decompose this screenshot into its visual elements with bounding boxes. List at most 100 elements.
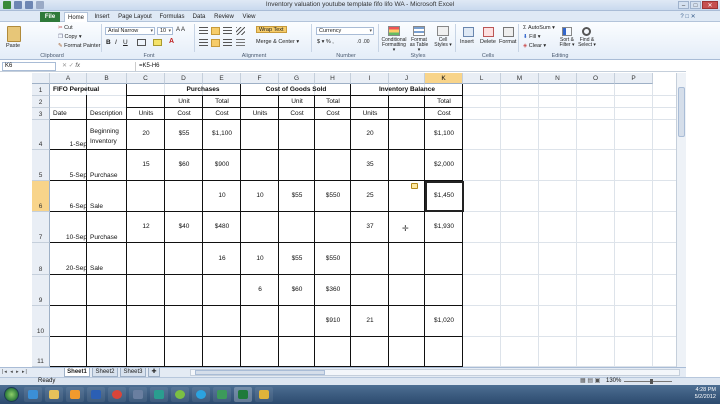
horizontal-scroll-thumb[interactable]	[195, 370, 325, 375]
clear-button[interactable]: ◈ Clear ▾	[523, 43, 546, 50]
tab-page-layout[interactable]: Page Layout	[116, 12, 154, 22]
cell-styles-button[interactable]: Cell Styles ▾	[432, 38, 454, 50]
taskbar-explorer-icon[interactable]	[45, 387, 63, 402]
vertical-scrollbar[interactable]	[676, 73, 686, 367]
cut-button[interactable]: ✂ Cut	[58, 25, 73, 32]
horizontal-scrollbar[interactable]	[190, 369, 680, 376]
autosum-button[interactable]: Σ AutoSum ▾	[523, 25, 555, 32]
row-header-10[interactable]: 10	[32, 306, 50, 337]
paste-icon[interactable]	[7, 26, 21, 42]
system-clock[interactable]: 4:28 PM 5/2/2012	[695, 387, 716, 401]
column-header-p[interactable]: P	[615, 73, 653, 84]
format-button[interactable]: Format	[499, 39, 516, 46]
currency-format-button[interactable]: $ ▾ % ,	[317, 39, 334, 46]
insert-button[interactable]: Insert	[460, 39, 474, 46]
column-header-j[interactable]: J	[389, 73, 425, 84]
italic-button[interactable]: I	[115, 39, 117, 46]
column-header-o[interactable]: O	[577, 73, 615, 84]
delete-button[interactable]: Delete	[480, 39, 496, 46]
maximize-button[interactable]: □	[690, 1, 701, 9]
column-header-m[interactable]: M	[501, 73, 539, 84]
align-center-icon[interactable]	[211, 39, 220, 47]
zoom-slider-thumb[interactable]	[650, 379, 653, 384]
insert-sheet-icon[interactable]: ✚	[148, 368, 160, 377]
sheet-tab-sheet1[interactable]: Sheet1	[64, 368, 90, 377]
row-header-5[interactable]: 5	[32, 150, 50, 181]
row-header-9[interactable]: 9	[32, 275, 50, 306]
merge-center-button[interactable]: Merge & Center ▾	[256, 39, 299, 46]
delete-icon[interactable]	[483, 27, 494, 37]
column-header-n[interactable]: N	[539, 73, 577, 84]
sheet-tab-sheet3[interactable]: Sheet3	[120, 368, 146, 377]
column-header-i[interactable]: I	[351, 73, 389, 84]
row-header-7[interactable]: 7	[32, 212, 50, 243]
font-size-combo[interactable]: 10	[157, 27, 173, 35]
align-top-icon[interactable]	[199, 27, 208, 35]
column-header-d[interactable]: D	[165, 73, 203, 84]
font-name-combo[interactable]: Arial Narrow	[105, 27, 155, 35]
column-header-g[interactable]: G	[279, 73, 315, 84]
fill-button[interactable]: ⬇ Fill ▾	[523, 34, 540, 41]
grow-font-icon[interactable]: A A	[176, 27, 185, 34]
number-format-combo[interactable]: Currency	[316, 27, 374, 35]
worksheet-grid[interactable]: FIFO Perpetual Purchases Cost of Goods S…	[50, 84, 676, 367]
align-middle-icon[interactable]	[211, 27, 220, 35]
row-header-2[interactable]: 2	[32, 96, 50, 108]
sort-filter-icon[interactable]	[562, 27, 572, 36]
find-select-button[interactable]: Find & Select ▾	[577, 38, 597, 50]
tab-data[interactable]: Data	[190, 12, 208, 22]
column-header-h[interactable]: H	[315, 73, 351, 84]
taskbar-skype-icon[interactable]	[192, 387, 210, 402]
underline-button[interactable]: U	[123, 39, 128, 46]
zoom-level[interactable]: 130%	[606, 378, 621, 385]
row-header-4[interactable]: 4	[32, 120, 50, 150]
copy-button[interactable]: ❐ Copy ▾	[58, 34, 82, 41]
column-header-b[interactable]: B	[87, 73, 127, 84]
taskbar-app2-icon[interactable]	[150, 387, 168, 402]
tab-view[interactable]: View	[240, 12, 258, 22]
taskbar-media-icon[interactable]	[66, 387, 84, 402]
format-as-table-icon[interactable]	[413, 26, 425, 36]
tab-file[interactable]: File	[40, 12, 60, 22]
format-painter-button[interactable]: ✎ Format Painter	[58, 43, 101, 50]
column-header-f[interactable]: F	[241, 73, 279, 84]
row-header-6[interactable]: 6	[32, 181, 50, 212]
taskbar-spotify-icon[interactable]	[171, 387, 189, 402]
fx-icon[interactable]: ✕ ✓ fx	[62, 62, 128, 71]
borders-icon[interactable]	[137, 39, 146, 46]
active-cell-k6[interactable]	[425, 181, 464, 212]
taskbar-chrome-icon[interactable]	[108, 387, 126, 402]
column-header-a[interactable]: A	[50, 73, 87, 84]
sheet-tab-sheet2[interactable]: Sheet2	[92, 368, 118, 377]
format-as-table-button[interactable]: Format as Table ▾	[408, 38, 430, 53]
font-color-icon[interactable]: A	[169, 38, 174, 45]
row-header-11[interactable]: 11	[32, 337, 50, 367]
minimize-button[interactable]: –	[678, 1, 689, 9]
format-icon[interactable]	[503, 27, 514, 37]
orientation-icon[interactable]	[236, 27, 245, 35]
row-header-3[interactable]: 3	[32, 108, 50, 120]
taskbar-app-icon[interactable]	[129, 387, 147, 402]
taskbar-app3-icon[interactable]	[213, 387, 231, 402]
column-header-e[interactable]: E	[203, 73, 241, 84]
sort-filter-button[interactable]: Sort & Filter ▾	[557, 38, 577, 50]
insert-icon[interactable]	[463, 27, 474, 37]
taskbar-ie-icon[interactable]	[24, 387, 42, 402]
paste-button[interactable]: Paste	[6, 43, 20, 50]
indent-icon[interactable]	[236, 39, 245, 47]
row-header-8[interactable]: 8	[32, 243, 50, 275]
tab-review[interactable]: Review	[212, 12, 236, 22]
taskbar-word-icon[interactable]	[87, 387, 105, 402]
column-header-l[interactable]: L	[463, 73, 501, 84]
align-right-icon[interactable]	[223, 39, 232, 47]
decimal-buttons[interactable]: .0 .00	[357, 39, 370, 46]
close-button[interactable]: ✕	[702, 1, 718, 9]
bold-button[interactable]: B	[106, 39, 111, 46]
select-all-corner[interactable]	[32, 73, 50, 84]
view-buttons-icon[interactable]: ▦ ▤ ▣	[580, 378, 600, 385]
column-header-c[interactable]: C	[127, 73, 165, 84]
row-header-1[interactable]: 1	[32, 84, 50, 96]
vertical-scroll-thumb[interactable]	[678, 87, 685, 137]
sheet-nav-icons[interactable]: |◂ ◂ ▸ ▸|	[2, 369, 28, 375]
find-select-icon[interactable]	[582, 27, 591, 36]
